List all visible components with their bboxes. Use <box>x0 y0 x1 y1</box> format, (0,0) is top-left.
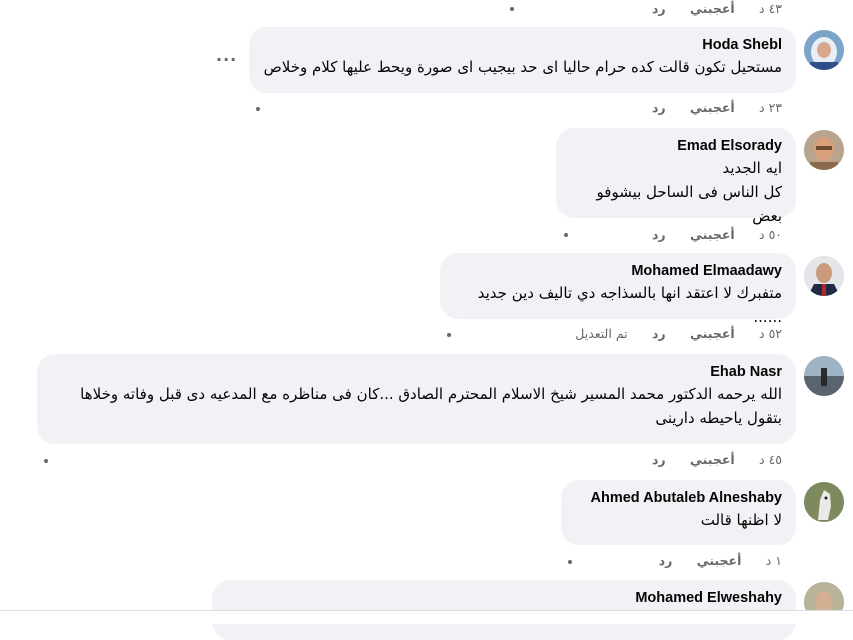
comment-time: ٢٣ د <box>759 100 782 115</box>
comment-author[interactable]: Ehab Nasr <box>51 362 782 382</box>
comment-bubble: Emad Elsorady ايه الجديد كل الناس فى الس… <box>556 128 796 225</box>
comment-actions: ١ د أعجبني رد <box>650 552 782 570</box>
comment-author[interactable]: Mohamed Elmaadawy <box>454 261 782 281</box>
reaction-dot <box>447 333 451 337</box>
reaction-dot <box>44 459 48 463</box>
avatar[interactable] <box>804 256 844 296</box>
avatar[interactable] <box>804 130 844 170</box>
comment-bubble: Ehab Nasr الله يرحمه الدكتور محمد المسير… <box>37 354 796 444</box>
comment-text: ايه الجديد كل الناس فى الساحل بيشوفو بعض <box>596 159 782 225</box>
reaction-dot <box>564 233 568 237</box>
like-link[interactable]: أعجبني <box>690 326 735 341</box>
comment-bubble: Mohamed Elmaadawy متفبرك لا اعتقد انها ب… <box>440 253 796 326</box>
comment-actions: ٥٠ د أعجبني رد <box>640 226 782 244</box>
comment-text: لا اظنها قالت <box>700 511 782 529</box>
reply-link[interactable]: رد <box>652 227 666 242</box>
reply-link[interactable]: رد <box>652 326 666 341</box>
like-link[interactable]: أعجبني <box>690 100 735 115</box>
like-link[interactable]: أعجبني <box>690 227 735 242</box>
comment-actions-top: ٤٣ د أعجبني رد <box>640 0 782 18</box>
comment-time: ٤٣ د <box>759 1 782 16</box>
seaside-avatar-icon <box>804 356 844 396</box>
edited-label[interactable]: تم التعديل <box>575 326 627 341</box>
comment-time: ٤٥ د <box>759 452 782 467</box>
footer-area <box>0 611 853 624</box>
comment-actions: ٢٣ د أعجبني رد <box>640 99 782 117</box>
comment-time: ٥٠ د <box>759 227 782 242</box>
comment-text: متفبرك لا اعتقد انها بالسذاجه دي تاليف د… <box>477 284 782 326</box>
comment-actions: ٥٢ د أعجبني رد تم التعديل <box>560 325 782 343</box>
reply-link[interactable]: رد <box>652 452 666 467</box>
like-link[interactable]: أعجبني <box>690 1 735 16</box>
reaction-dot <box>256 107 260 111</box>
comment-time: ١ د <box>765 553 782 568</box>
comment-text: مستحيل تكون قالت كده حرام حاليا اى حد بي… <box>263 58 782 76</box>
comment-text: الله يرحمه الدكتور محمد المسير شيخ الاسل… <box>80 385 782 427</box>
comment-actions: ٤٥ د أعجبني رد <box>640 451 782 469</box>
avatar[interactable] <box>804 30 844 70</box>
comment-author[interactable]: Hoda Shebl <box>263 35 782 55</box>
avatar[interactable] <box>804 482 844 522</box>
comment-author[interactable]: Emad Elsorady <box>570 136 782 156</box>
reply-link[interactable]: رد <box>652 1 666 16</box>
woman-hijab-avatar-icon <box>804 30 844 70</box>
like-link[interactable]: أعجبني <box>697 553 742 568</box>
comment-bubble: Hoda Shebl مستحيل تكون قالت كده حرام حال… <box>249 27 796 93</box>
more-options-button[interactable]: ··· <box>216 50 237 69</box>
horse-avatar-icon <box>804 482 844 522</box>
reply-link[interactable]: رد <box>652 100 666 115</box>
avatar[interactable] <box>804 356 844 396</box>
comment-author[interactable]: Ahmed Abutaleb Alneshaby <box>575 488 782 508</box>
reaction-dot <box>510 7 514 11</box>
comment-author[interactable]: Mohamed Elweshahy <box>226 588 782 608</box>
like-link[interactable]: أعجبني <box>690 452 735 467</box>
comment-bubble: Ahmed Abutaleb Alneshaby لا اظنها قالت <box>561 480 796 545</box>
reaction-dot <box>568 560 572 564</box>
comment-time: ٥٢ د <box>759 326 782 341</box>
man-glasses-avatar-icon <box>804 130 844 170</box>
reply-link[interactable]: رد <box>659 553 673 568</box>
man-suit-avatar-icon <box>804 256 844 296</box>
